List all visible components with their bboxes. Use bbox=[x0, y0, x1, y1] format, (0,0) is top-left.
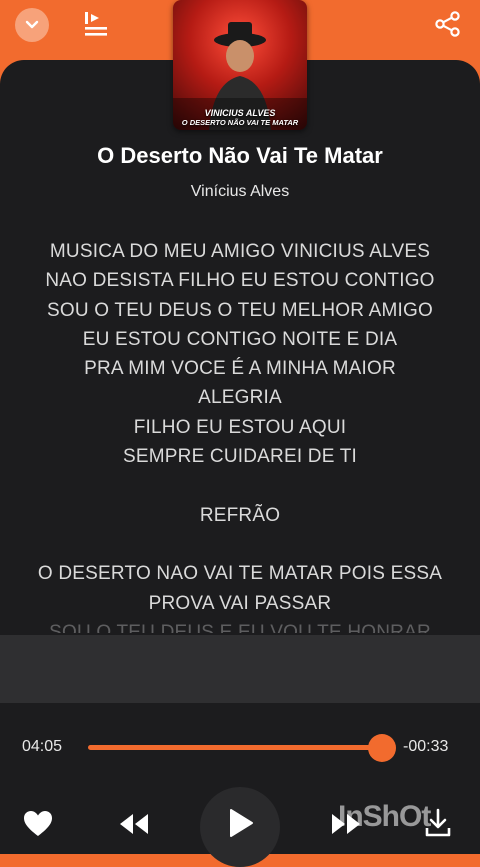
chevron-down-icon bbox=[25, 20, 39, 29]
rewind-icon[interactable] bbox=[118, 812, 150, 836]
cover-title-text: O DESERTO NÃO VAI TE MATAR bbox=[181, 118, 299, 127]
lyric-line: SOU O TEU DEUS E EU VOU TE HONRAR bbox=[49, 621, 431, 633]
play-icon[interactable] bbox=[228, 808, 254, 838]
play-queue-button[interactable] bbox=[83, 10, 111, 38]
share-button[interactable] bbox=[434, 10, 462, 38]
lyric-line: O DESERTO NAO VAI TE MATAR POIS ESSA bbox=[37, 563, 443, 585]
lyric-line: SEMPRE CUIDAREI DE TI bbox=[123, 446, 357, 468]
remaining-time: -00:33 bbox=[403, 738, 449, 755]
lyric-gap bbox=[20, 530, 460, 559]
elapsed-time: 04:05 bbox=[22, 738, 63, 755]
lyric-line: REFRÃO bbox=[199, 504, 281, 526]
cover-artist-text: VINICIUS ALVES bbox=[204, 108, 276, 118]
cover-caption: VINICIUS ALVES O DESERTO NÃO VAI TE MATA… bbox=[173, 108, 307, 127]
share-icon bbox=[435, 11, 460, 37]
lyrics-footer-strip bbox=[0, 635, 480, 703]
album-cover: VINICIUS ALVES O DESERTO NÃO VAI TE MATA… bbox=[173, 0, 307, 130]
lyric-line: SOU O TEU DEUS O TEU MELHOR AMIGO bbox=[47, 299, 433, 321]
heart-icon[interactable] bbox=[23, 810, 53, 838]
lyric-gap bbox=[20, 471, 460, 500]
inshot-watermark: InShOt bbox=[338, 800, 431, 833]
play-queue-icon bbox=[85, 12, 107, 36]
song-title: O Deserto Não Vai Te Matar bbox=[97, 143, 383, 168]
lyric-line: NAO DESISTA FILHO EU ESTOU CONTIGO bbox=[45, 270, 435, 292]
lyric-line: FILHO EU ESTOU AQUI bbox=[133, 416, 347, 438]
lyric-line: ALEGRIA bbox=[198, 387, 282, 409]
seek-bar[interactable] bbox=[88, 745, 382, 750]
seek-thumb[interactable] bbox=[368, 734, 396, 762]
collapse-button[interactable] bbox=[15, 8, 49, 42]
lyric-line: EU ESTOU CONTIGO NOITE E DIA bbox=[82, 328, 398, 350]
lyrics-view[interactable]: MUSICA DO MEU AMIGO VINICIUS ALVES NAO D… bbox=[20, 237, 460, 633]
lyric-line: PROVA VAI PASSAR bbox=[148, 592, 332, 614]
lyric-line: PRA MIM VOCE É A MINHA MAIOR bbox=[84, 358, 396, 380]
artist-name[interactable]: Vinícius Alves bbox=[0, 183, 480, 201]
lyric-line: MUSICA DO MEU AMIGO VINICIUS ALVES bbox=[49, 241, 431, 262]
